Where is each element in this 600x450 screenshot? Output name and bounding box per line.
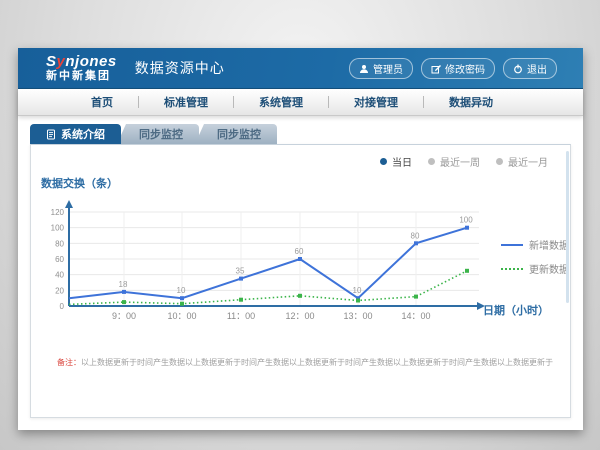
- chart-legend: 新增数据 更新数据: [501, 237, 569, 285]
- user-icon: [359, 64, 369, 74]
- data-exchange-line-chart: 0 20 40 60 80 100 120 9：00 10：00 11：00 12：00 13：00 1…: [39, 197, 499, 329]
- svg-text:12：00: 12：00: [285, 311, 314, 321]
- svg-text:40: 40: [55, 271, 64, 280]
- filter-label: 当日: [392, 154, 412, 169]
- svg-text:14：00: 14：00: [401, 311, 430, 321]
- logo-company-name: 新中新集团: [46, 71, 117, 82]
- svg-text:9：00: 9：00: [112, 311, 136, 321]
- page: Synjones 新中新集团 数据资源中心 管理员 修改密码 退出: [18, 48, 583, 430]
- logout-label: 退出: [527, 61, 547, 76]
- power-icon: [513, 64, 523, 74]
- legend-item-new-data: 新增数据: [501, 237, 569, 252]
- edit-icon: [431, 64, 441, 74]
- admin-label: 管理员: [373, 61, 403, 76]
- range-filter-group: 当日 最近一周 最近一月: [380, 154, 548, 169]
- blue-line-icon: [501, 244, 523, 246]
- svg-text:35: 35: [236, 267, 245, 276]
- company-logo: Synjones 新中新集团: [46, 54, 117, 82]
- svg-text:11：00: 11：00: [227, 311, 255, 321]
- footnote: 备注：以上数据更新于时间产生数据以上数据更新于时间产生数据以上数据更新于时间产生…: [57, 357, 553, 368]
- tab-label: 同步监控: [139, 126, 183, 142]
- tab-label: 同步监控: [217, 126, 261, 142]
- svg-text:100: 100: [459, 216, 473, 225]
- tab-sync-monitor-1[interactable]: 同步监控: [117, 124, 199, 144]
- footnote-text: 以上数据更新于时间产生数据以上数据更新于时间产生数据以上数据更新于时间产生数据以…: [81, 358, 553, 367]
- tab-bar: 系统介绍 同步监控 同步监控: [30, 124, 583, 144]
- document-icon: [46, 129, 56, 140]
- user-bar: 管理员 修改密码 退出: [349, 58, 557, 79]
- legend-item-updated-data: 更新数据: [501, 261, 569, 276]
- svg-text:100: 100: [51, 224, 65, 233]
- svg-text:10: 10: [353, 286, 362, 295]
- chart-area: 0 20 40 60 80 100 120 9：00 10：00 11：00 12：00 13：00 1…: [39, 197, 499, 334]
- page-title: 数据资源中心: [135, 58, 225, 78]
- main-nav: 首页 标准管理 系统管理 对接管理 数据异动: [18, 89, 583, 116]
- nav-item-standard-mgmt[interactable]: 标准管理: [139, 94, 233, 110]
- filter-last-week[interactable]: 最近一周: [428, 154, 480, 169]
- panel-scrollbar[interactable]: [566, 151, 569, 303]
- svg-text:13：00: 13：00: [343, 311, 372, 321]
- svg-text:20: 20: [55, 286, 64, 295]
- nav-item-interface-mgmt[interactable]: 对接管理: [329, 94, 423, 110]
- nav-item-data-change[interactable]: 数据异动: [424, 94, 518, 110]
- footnote-prefix: 备注：: [57, 358, 81, 367]
- change-password-label: 修改密码: [445, 61, 485, 76]
- svg-text:80: 80: [55, 239, 64, 248]
- svg-text:120: 120: [51, 208, 65, 217]
- tab-label: 系统介绍: [61, 126, 105, 142]
- tab-sync-monitor-2[interactable]: 同步监控: [195, 124, 277, 144]
- app-header: Synjones 新中新集团 数据资源中心 管理员 修改密码 退出: [18, 48, 583, 89]
- svg-text:18: 18: [119, 280, 128, 289]
- radio-icon: [496, 158, 503, 165]
- svg-text:60: 60: [55, 255, 64, 264]
- nav-item-home[interactable]: 首页: [66, 94, 138, 110]
- svg-text:10：00: 10：00: [167, 311, 196, 321]
- filter-last-month[interactable]: 最近一月: [496, 154, 548, 169]
- y-axis-title: 数据交换（条）: [41, 175, 118, 191]
- admin-button[interactable]: 管理员: [349, 58, 413, 79]
- logo-wordmark: Synjones: [46, 54, 117, 69]
- green-dotted-line-icon: [501, 268, 523, 270]
- change-password-button[interactable]: 修改密码: [421, 58, 495, 79]
- chart-panel: 当日 最近一周 最近一月 数据交换（条） 0 20 40 60 80 100 120 9：00…: [30, 144, 571, 418]
- svg-text:60: 60: [295, 247, 304, 256]
- nav-item-system-mgmt[interactable]: 系统管理: [234, 94, 328, 110]
- filter-today[interactable]: 当日: [380, 154, 412, 169]
- filter-label: 最近一周: [440, 154, 480, 169]
- x-axis-title: 日期（小时）: [483, 302, 549, 318]
- radio-selected-icon: [380, 158, 387, 165]
- svg-text:80: 80: [411, 231, 420, 240]
- svg-text:10: 10: [177, 286, 186, 295]
- radio-icon: [428, 158, 435, 165]
- svg-text:0: 0: [60, 302, 65, 311]
- filter-label: 最近一月: [508, 154, 548, 169]
- logout-button[interactable]: 退出: [503, 58, 557, 79]
- tab-system-intro[interactable]: 系统介绍: [30, 124, 121, 144]
